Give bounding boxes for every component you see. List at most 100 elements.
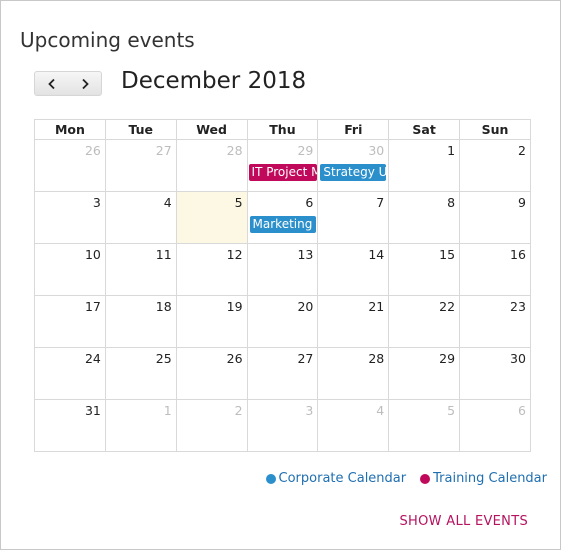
calendar-day-cell[interactable]: 7 [317,191,390,244]
calendar-day-cell[interactable]: 29 [388,347,461,400]
calendar-day-cell[interactable]: 30 Strategy U [317,139,390,192]
calendar-grid: Mon Tue Wed Thu Fri Sat Sun 26 27 28 29 IT Project… [34,119,531,452]
event-corporate[interactable]: Strategy U [320,164,387,181]
calendar-day-cell[interactable]: 29 IT Project M [246,139,319,192]
chevron-left-icon [47,78,55,89]
calendar-day-cell[interactable]: 31 [34,399,106,452]
day-number: 30 [368,143,385,158]
calendar-day-cell[interactable]: 21 [317,295,390,348]
dot-icon [420,473,431,484]
calendar-day-cell[interactable]: 27 [104,139,177,192]
day-number: 6 [305,195,314,210]
calendar-day-cell[interactable]: 17 [34,295,106,348]
day-number: 4 [163,195,172,210]
calendar-day-cell[interactable]: 14 [317,243,390,296]
day-number: 5 [234,195,243,210]
day-number: 18 [155,299,172,314]
calendar-day-cell[interactable]: 8 [388,191,461,244]
day-number: 27 [155,143,172,158]
day-number: 21 [368,299,385,314]
day-number: 16 [510,247,526,262]
day-number: 14 [368,247,385,262]
day-number: 24 [84,351,101,366]
calendar-day-cell[interactable]: 3 [34,191,106,244]
calendar-day-cell[interactable]: 11 [104,243,177,296]
calendar-day-cell[interactable]: 13 [246,243,319,296]
day-number: 13 [297,247,314,262]
events-widget: Upcoming events December 2018 Mon Tue Wed T… [0,0,561,550]
legend-item[interactable]: Training Calendar [420,471,547,486]
day-number: 5 [447,403,456,418]
day-number: 17 [84,299,101,314]
calendar-day-cell[interactable]: 5 [388,399,461,452]
month-title: December 2018 [121,68,307,94]
calendar-week-row: 24 25 26 27 28 29 30 [34,347,531,400]
calendar-day-cell[interactable]: 1 [388,139,461,192]
day-number: 2 [234,403,243,418]
month-nav [34,71,102,96]
day-number: 1 [163,403,172,418]
prev-month-button[interactable] [35,72,68,95]
calendar-day-cell[interactable]: 2 [459,139,531,192]
day-number: 10 [84,247,101,262]
calendar-day-cell[interactable]: 26 [34,139,106,192]
calendar-day-cell[interactable]: 26 [175,347,248,400]
day-number: 31 [84,403,101,418]
calendar-day-cell[interactable]: 2 [175,399,248,452]
weekday-header: Tue [104,119,177,140]
calendar-day-cell[interactable]: 6 Marketing [246,191,319,244]
calendar-day-cell[interactable]: 1 [104,399,177,452]
day-number: 26 [226,351,243,366]
day-number: 23 [510,299,526,314]
calendar-day-cell[interactable]: 5 [175,191,248,244]
day-number: 3 [92,195,101,210]
event-training[interactable]: IT Project M [248,164,317,181]
weekday-header: Fri [317,119,390,140]
calendar-day-cell[interactable]: 28 [317,347,390,400]
calendar-day-cell[interactable]: 20 [246,295,319,348]
calendar-week-row: 10 11 12 13 14 15 16 [34,243,531,296]
calendar-day-cell[interactable]: 4 [104,191,177,244]
calendar-day-cell[interactable]: 19 [175,295,248,348]
day-number: 22 [439,299,456,314]
day-number: 2 [517,143,526,158]
day-number: 28 [368,351,385,366]
calendar-day-cell[interactable]: 10 [34,243,106,296]
calendar-day-cell[interactable]: 25 [104,347,177,400]
calendar-day-cell[interactable]: 4 [317,399,390,452]
show-all-events-link[interactable]: SHOW ALL EVENTS [400,514,529,529]
day-number: 29 [439,351,456,366]
calendar-day-cell[interactable]: 30 [459,347,531,400]
day-number: 4 [376,403,385,418]
calendar-week-row: 26 27 28 29 IT Project M 30 Strategy U 1 2 [34,139,531,192]
calendar-day-cell[interactable]: 22 [388,295,461,348]
next-month-button[interactable] [68,72,101,95]
day-number: 30 [510,351,526,366]
calendar-day-cell[interactable]: 15 [388,243,461,296]
calendar-day-cell[interactable]: 3 [246,399,319,452]
calendar-day-cell[interactable]: 27 [246,347,319,400]
calendar-day-cell[interactable]: 24 [34,347,106,400]
weekday-header: Sat [388,119,461,140]
day-number: 25 [155,351,172,366]
calendar-day-cell[interactable]: 23 [459,295,531,348]
calendar-day-cell[interactable]: 16 [459,243,531,296]
calendar-day-cell[interactable]: 18 [104,295,177,348]
day-number: 1 [447,143,456,158]
event-corporate[interactable]: Marketing [249,216,316,233]
day-number: 7 [376,195,385,210]
day-number: 27 [297,351,314,366]
day-number: 11 [155,247,172,262]
day-number: 15 [439,247,456,262]
calendar-week-row: 17 18 19 20 21 22 23 [34,295,531,348]
calendar-day-cell[interactable]: 12 [175,243,248,296]
day-number: 3 [305,403,314,418]
day-number: 9 [517,195,526,210]
day-number: 12 [226,247,243,262]
legend-item[interactable]: Corporate Calendar [265,471,406,486]
day-number: 28 [226,143,243,158]
dot-icon [265,473,276,484]
calendar-day-cell[interactable]: 28 [175,139,248,192]
calendar-day-cell[interactable]: 9 [459,191,531,244]
calendar-day-cell[interactable]: 6 [459,399,531,452]
